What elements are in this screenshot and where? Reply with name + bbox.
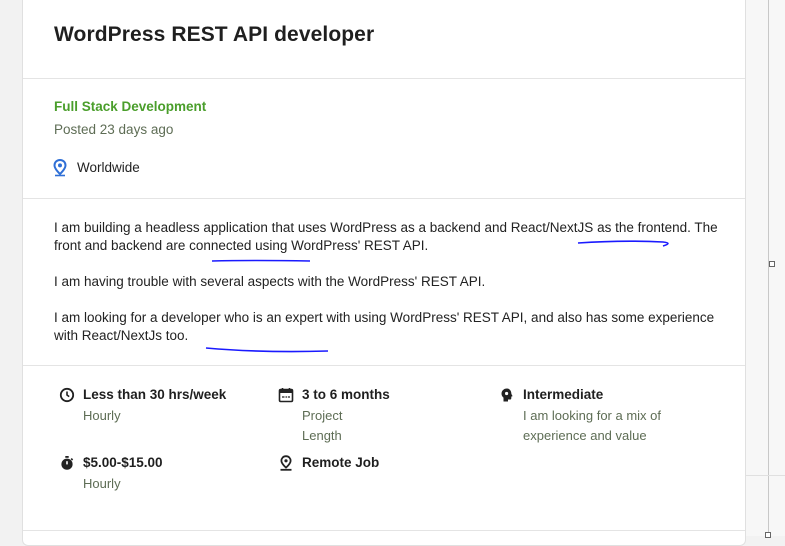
annotation-underline <box>205 347 329 353</box>
description-text: are connected using WordPress' REST API. <box>162 238 429 253</box>
description-paragraph: I am building a headless application tha… <box>54 219 719 255</box>
annotation-underline <box>211 259 311 262</box>
detail-title: 3 to 6 months <box>302 387 390 402</box>
panel-divider <box>745 475 785 476</box>
job-category-link[interactable]: Full Stack Development <box>54 99 206 114</box>
resize-handle[interactable] <box>765 532 771 538</box>
job-details-card: WordPress REST API developer Full Stack … <box>22 0 746 546</box>
divider <box>23 365 745 366</box>
detail-title: Less than 30 hrs/week <box>83 387 227 402</box>
divider <box>23 198 745 199</box>
calendar-icon <box>278 388 294 403</box>
location-pin-icon <box>280 455 292 471</box>
posted-date: Posted 23 days ago <box>54 122 174 137</box>
background-panel <box>745 0 785 536</box>
brain-icon <box>501 388 513 402</box>
detail-subtitle: Hourly <box>83 476 121 491</box>
description-highlight: React/NextJS <box>510 220 594 235</box>
detail-title: $5.00-$15.00 <box>83 455 163 470</box>
description-paragraph: I am looking for a developer who is an e… <box>54 309 719 345</box>
job-title: WordPress REST API developer <box>54 23 375 46</box>
job-location: Worldwide <box>77 160 140 175</box>
detail-subtitle: Project Length <box>302 408 343 443</box>
detail-subtitle: Hourly <box>83 408 121 423</box>
divider <box>23 530 745 531</box>
detail-subtitle: I am looking for a mix of experience and… <box>523 408 661 443</box>
resize-handle[interactable] <box>769 261 775 267</box>
description-highlight: backend <box>111 238 163 253</box>
divider <box>23 78 745 79</box>
location-pin-icon <box>53 159 67 177</box>
detail-title: Intermediate <box>523 387 604 402</box>
stopwatch-icon <box>61 456 74 470</box>
description-highlight: React/NextJs too. <box>81 328 189 343</box>
panel-divider <box>768 0 769 536</box>
clock-icon <box>59 387 75 403</box>
description-paragraph: I am having trouble with several aspects… <box>54 274 486 289</box>
detail-title: Remote Job <box>302 455 380 470</box>
description-text: I am building a headless application tha… <box>54 220 511 235</box>
